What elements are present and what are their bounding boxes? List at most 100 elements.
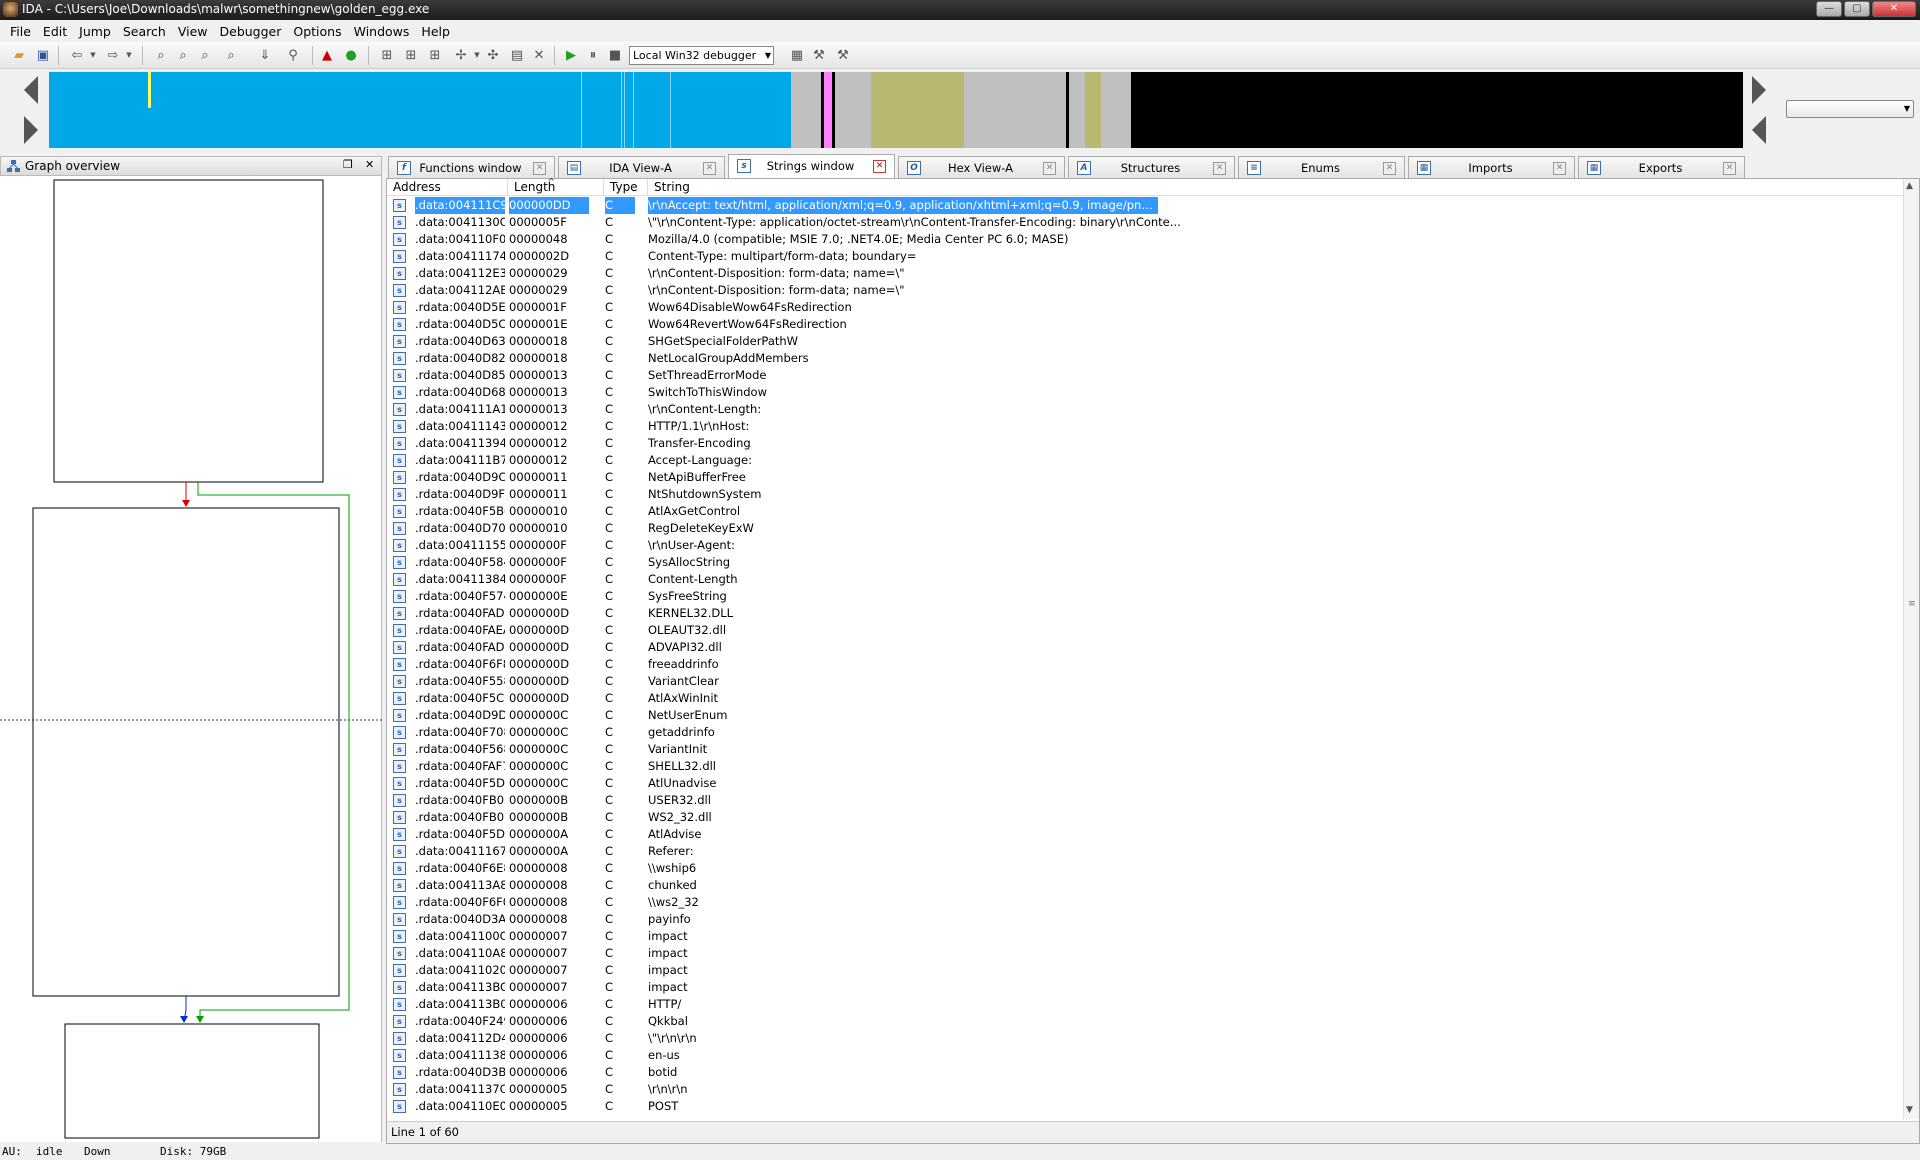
run-play-icon[interactable]: ▶ — [562, 46, 580, 64]
table-row[interactable]: s .data:0041130C 0000005F C \"\r\nContent-Ty… — [387, 214, 1904, 231]
graph-overview-canvas[interactable] — [0, 176, 382, 1142]
restore-pane-icon[interactable]: ❐ — [343, 158, 353, 171]
tab-close-icon[interactable]: ✕ — [1553, 162, 1566, 175]
table-row[interactable]: s .rdata:0040D820 00000018 C NetLocalGroupAd… — [387, 350, 1904, 367]
table-row[interactable]: s .data:00411020 00000007 Cimpact — [387, 962, 1904, 979]
menu-help[interactable]: Help — [415, 24, 456, 39]
tab-structures[interactable]: A Structures ✕ — [1068, 156, 1235, 178]
tab-functions-window[interactable]: f Functions window ✕ — [388, 156, 555, 178]
back-dropdown-icon[interactable]: ▼ — [84, 46, 102, 64]
table-row[interactable]: s .rdata:0040F574 0000000E C SysFreeString — [387, 588, 1904, 605]
table-row[interactable]: s .data:00411394 00000012 C Transfer-Encodin… — [387, 435, 1904, 452]
table-row[interactable]: s .rdata:0040D70C 00000010 C RegDeleteKeyExW — [387, 520, 1904, 537]
column-address[interactable]: Address — [387, 179, 508, 196]
table-row[interactable]: s .rdata:0040FAD0 0000000D C KERNEL32.DLL — [387, 605, 1904, 622]
menu-windows[interactable]: Windows — [348, 24, 416, 39]
table-row[interactable]: s .rdata:0040F584 0000000F C SysAllocString — [387, 554, 1904, 571]
table-row[interactable]: s .data:0041100C 00000007 Cimpact — [387, 928, 1904, 945]
undefine-icon[interactable]: ▤ — [508, 46, 526, 64]
menu-jump[interactable]: Jump — [73, 24, 117, 39]
close-pane-icon[interactable]: ✕ — [365, 158, 374, 171]
graph-overview-pane[interactable] — [0, 176, 382, 1142]
table-row[interactable]: s .data:00411143 00000012 C HTTP/1.1\r\nHos… — [387, 418, 1904, 435]
table-row[interactable]: s .data:004110F0 00000048 C Mozilla/4.0 (com… — [387, 231, 1904, 248]
attach-process-icon[interactable]: ⚒ — [810, 46, 828, 64]
scroll-up-icon[interactable]: ▲ — [1906, 181, 1913, 191]
table-row[interactable]: s .rdata:0040F5C0 0000000D C AtlAxWinInit — [387, 690, 1904, 707]
table-row[interactable]: s .rdata:0040F558 0000000D C VariantClear — [387, 673, 1904, 690]
table-row[interactable]: s .data:004113BC 00000007 Cimpact — [387, 979, 1904, 996]
menu-search[interactable]: Search — [117, 24, 172, 39]
search-next-icon[interactable]: ⌕ — [222, 46, 240, 64]
open-folder-icon[interactable]: ▰ — [10, 46, 28, 64]
table-row[interactable]: s .rdata:0040D3B4 00000006 Cbotid — [387, 1064, 1904, 1081]
pause-icon[interactable]: ⏸ — [584, 46, 602, 64]
scroll-down-icon[interactable]: ▼ — [1906, 1105, 1913, 1115]
tab-hex-view-a[interactable]: O Hex View-A ✕ — [898, 156, 1065, 178]
tab-close-icon[interactable]: ✕ — [873, 160, 886, 173]
save-icon[interactable]: ▣ — [34, 46, 52, 64]
make-string-icon[interactable]: ⊞ — [426, 46, 444, 64]
vertical-scrollbar[interactable]: ▲ ≡ ▼ — [1903, 179, 1919, 1119]
make-code-icon[interactable]: ⊞ — [378, 46, 396, 64]
search-immediate-icon[interactable]: ⌕ — [196, 46, 214, 64]
tab-close-icon[interactable]: ✕ — [1723, 162, 1736, 175]
table-row[interactable]: s .data:004111C9 000000DD C \r\nAccept: text… — [387, 197, 1904, 214]
table-row[interactable]: s .rdata:0040F249 00000006 C Qkkbal — [387, 1013, 1904, 1030]
maximize-button[interactable]: ▢ — [1844, 1, 1870, 17]
navigation-band-canvas[interactable] — [49, 72, 1743, 148]
nav-right-arrow-icon[interactable] — [24, 116, 38, 144]
menu-debugger[interactable]: Debugger — [214, 24, 288, 39]
green-circle-icon[interactable]: ● — [342, 46, 360, 64]
tab-close-icon[interactable]: ✕ — [533, 162, 546, 175]
jump-down-icon[interactable]: ⇓ — [256, 46, 274, 64]
table-row[interactable]: s .data:004112D4 00000006 C \"\r\n\r\n — [387, 1030, 1904, 1047]
tab-exports[interactable]: ▦ Exports ✕ — [1578, 156, 1745, 178]
table-row[interactable]: s .data:00411384 0000000F C Content-Length — [387, 571, 1904, 588]
table-row[interactable]: s .data:00411174 0000002D C Content-Type: mu… — [387, 248, 1904, 265]
table-row[interactable]: s .rdata:0040F708 0000000C Cgetaddrinfo — [387, 724, 1904, 741]
tab-ida-view-a[interactable]: ▤ IDA View-A ✕ — [558, 156, 725, 178]
tab-strings-window[interactable]: s Strings window ✕ — [728, 154, 895, 178]
table-row[interactable]: s .data:0041137C 00000005 C \r\n\r\n — [387, 1081, 1904, 1098]
tab-close-icon[interactable]: ✕ — [1043, 162, 1056, 175]
table-row[interactable]: s .rdata:0040FB03 0000000B C USER32.dll — [387, 792, 1904, 809]
table-row[interactable]: s .rdata:0040D688 00000013 C SwitchToThisWin… — [387, 384, 1904, 401]
table-row[interactable]: s .rdata:0040F5B0 00000010 C AtlAxGetControl — [387, 503, 1904, 520]
menu-file[interactable]: File — [4, 24, 37, 39]
table-row[interactable]: s .rdata:0040F6F0 00000008 C \\ws2_32 — [387, 894, 1904, 911]
make-offset-icon[interactable]: ✣ — [484, 46, 502, 64]
table-row[interactable]: s .data:004112AB 00000029 C \r\nContent-Disp… — [387, 282, 1904, 299]
minimize-button[interactable]: — — [1816, 1, 1842, 17]
delete-x-icon[interactable]: ✕ — [530, 46, 548, 64]
tab-imports[interactable]: ▦ Imports ✕ — [1408, 156, 1575, 178]
detach-process-icon[interactable]: ⚒ — [834, 46, 852, 64]
nav-band-dropdown[interactable]: ▼ — [1786, 100, 1914, 118]
debugger-select[interactable]: Local Win32 debugger ▼ — [629, 46, 774, 65]
table-row[interactable]: s .rdata:0040F6E8 00000008 C \\wship6 — [387, 860, 1904, 877]
graph-view-icon[interactable]: ▲ — [318, 46, 336, 64]
tab-close-icon[interactable]: ✕ — [1213, 162, 1226, 175]
table-row[interactable]: s .rdata:0040F5D0 0000000C C AtlUnadvise — [387, 775, 1904, 792]
search-binary-icon[interactable]: ⌕ — [152, 46, 170, 64]
table-row[interactable]: s .data:00411167 0000000A C Referer: — [387, 843, 1904, 860]
nav-zoom-left-icon[interactable] — [1752, 116, 1766, 144]
table-row[interactable]: s .rdata:0040D9F8 00000011 C NtShutdownSyste… — [387, 486, 1904, 503]
scroll-grip-icon[interactable]: ≡ — [1908, 599, 1916, 609]
table-row[interactable]: s .data:004113B0 00000006 C HTTP/ — [387, 996, 1904, 1013]
tab-close-icon[interactable]: ✕ — [1383, 162, 1396, 175]
table-row[interactable]: s .rdata:0040D634 00000018 C SHGetSpecialFol… — [387, 333, 1904, 350]
table-row[interactable]: s .data:004111B7 00000012 C Accept-Language: — [387, 452, 1904, 469]
table-row[interactable]: s .rdata:0040D9D8 0000000C C NetUserEnum — [387, 707, 1904, 724]
mark-position-icon[interactable]: ⚲ — [284, 46, 302, 64]
forward-dropdown-icon[interactable]: ▼ — [120, 46, 138, 64]
table-row[interactable]: s .rdata:0040F5DC 0000000A C AtlAdvise — [387, 826, 1904, 843]
table-row[interactable]: s .data:004110E0 00000005 C POST — [387, 1098, 1904, 1115]
table-row[interactable]: s .rdata:0040FADD 0000000D C ADVAPI32.dll — [387, 639, 1904, 656]
table-row[interactable]: s .rdata:0040FAF7 0000000C C SHELL32.dll — [387, 758, 1904, 775]
table-row[interactable]: s .data:004113A8 00000008 Cchunked — [387, 877, 1904, 894]
close-button[interactable]: ✕ — [1872, 1, 1916, 17]
debugger-options-icon[interactable]: ▦ — [788, 46, 806, 64]
table-row[interactable]: s .rdata:0040FB0E 0000000B C WS2_32.dll — [387, 809, 1904, 826]
menu-edit[interactable]: Edit — [37, 24, 73, 39]
